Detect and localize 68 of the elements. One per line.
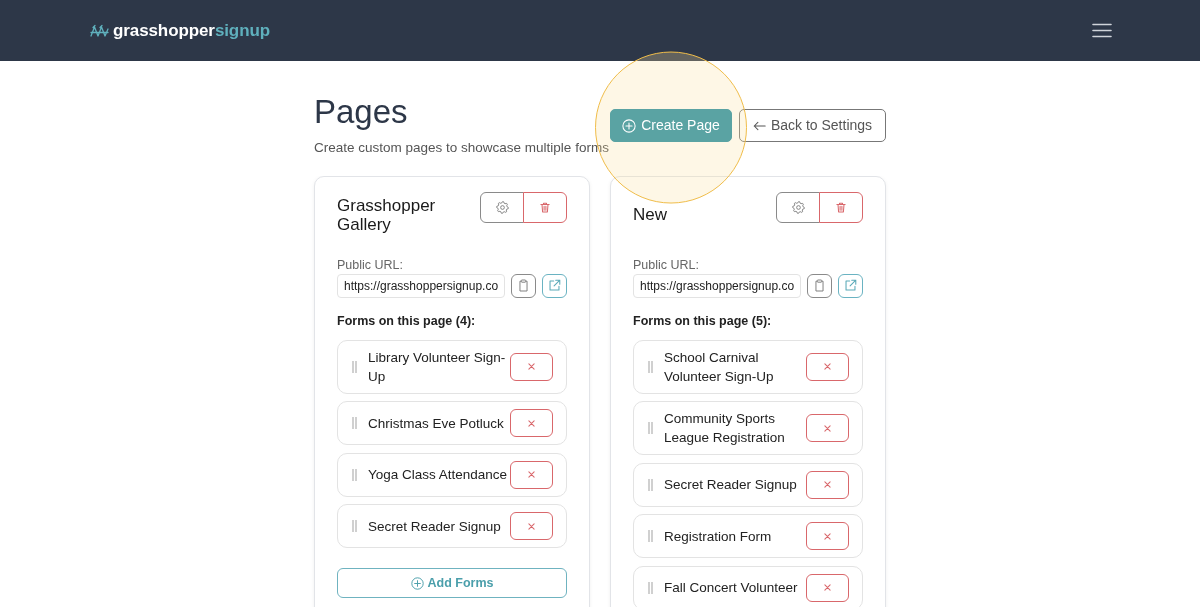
close-icon	[824, 584, 831, 592]
page-title: Grasshopper Gallery	[337, 195, 437, 235]
close-icon	[824, 532, 831, 540]
form-name: Library Volunteer Sign-Up	[368, 348, 507, 386]
remove-button[interactable]	[510, 460, 553, 489]
drag-handle-icon[interactable]	[648, 422, 653, 435]
close-icon	[528, 522, 535, 530]
plus-circle-icon	[410, 576, 424, 590]
page-title: New	[633, 204, 668, 227]
settings-button[interactable]	[480, 191, 524, 223]
drag-handle-icon[interactable]	[352, 417, 357, 430]
external-link-icon	[844, 279, 857, 293]
forms-heading: Forms on this page (5):	[633, 312, 773, 330]
remove-button[interactable]	[806, 522, 849, 551]
trash-icon	[539, 200, 551, 214]
remove-button[interactable]	[510, 512, 553, 541]
gear-icon	[495, 200, 509, 214]
delete-button[interactable]	[819, 191, 863, 223]
clipboard-icon	[814, 279, 825, 293]
remove-button[interactable]	[806, 573, 849, 602]
external-link-icon	[548, 279, 561, 293]
form-name: Yoga Class Attendance	[368, 466, 509, 485]
remove-button[interactable]	[510, 409, 553, 438]
back-button[interactable]: Back to Settings	[739, 109, 886, 142]
logo-icon	[90, 23, 109, 38]
copy-button[interactable]	[511, 273, 536, 298]
forms-heading: Forms on this page (4):	[337, 312, 477, 330]
drag-handle-icon[interactable]	[648, 478, 653, 491]
form-name: School Carnival Volunteer Sign-Up	[664, 348, 775, 386]
brand-name[interactable]: grasshoppersignup	[113, 22, 270, 39]
trash-icon	[835, 200, 847, 214]
close-icon	[528, 471, 535, 479]
form-name: Secret Reader Signup	[368, 517, 502, 536]
menu-icon[interactable]	[1092, 23, 1112, 38]
close-icon	[528, 419, 535, 427]
page-heading: Pages	[314, 92, 409, 132]
drag-handle-icon[interactable]	[648, 530, 653, 543]
form-name: Christmas Eve Potluck	[368, 414, 505, 433]
close-icon	[824, 481, 831, 489]
form-name: Secret Reader Signup	[664, 476, 798, 495]
drag-handle-icon[interactable]	[648, 360, 653, 373]
form-name: Registration Form	[664, 527, 773, 546]
settings-button[interactable]	[776, 191, 820, 223]
form-name: Community Sports League Registration	[664, 410, 786, 448]
close-icon	[528, 363, 535, 371]
remove-button[interactable]	[806, 414, 849, 443]
url-field[interactable]: https://grasshoppersignup.co	[337, 273, 505, 298]
drag-handle-icon[interactable]	[648, 581, 653, 594]
close-icon	[824, 363, 831, 371]
delete-button[interactable]	[523, 191, 567, 223]
remove-button[interactable]	[806, 352, 849, 381]
drag-handle-icon[interactable]	[352, 360, 357, 373]
drag-handle-icon[interactable]	[352, 468, 357, 481]
open-link-button[interactable]	[542, 273, 567, 298]
close-icon	[824, 424, 831, 432]
url-field[interactable]: https://grasshoppersignup.co	[633, 273, 801, 298]
remove-button[interactable]	[806, 470, 849, 499]
open-link-button[interactable]	[838, 273, 863, 298]
remove-button[interactable]	[510, 352, 553, 381]
arrow-left-icon	[752, 120, 766, 131]
copy-button[interactable]	[807, 273, 832, 298]
url-label: Public URL:	[633, 256, 700, 274]
clipboard-icon	[518, 279, 529, 293]
url-label: Public URL:	[337, 256, 404, 274]
gear-icon	[791, 200, 805, 214]
form-name: Fall Concert Volunteer	[664, 579, 799, 598]
drag-handle-icon[interactable]	[352, 520, 357, 533]
plus-circle-icon	[622, 118, 637, 133]
